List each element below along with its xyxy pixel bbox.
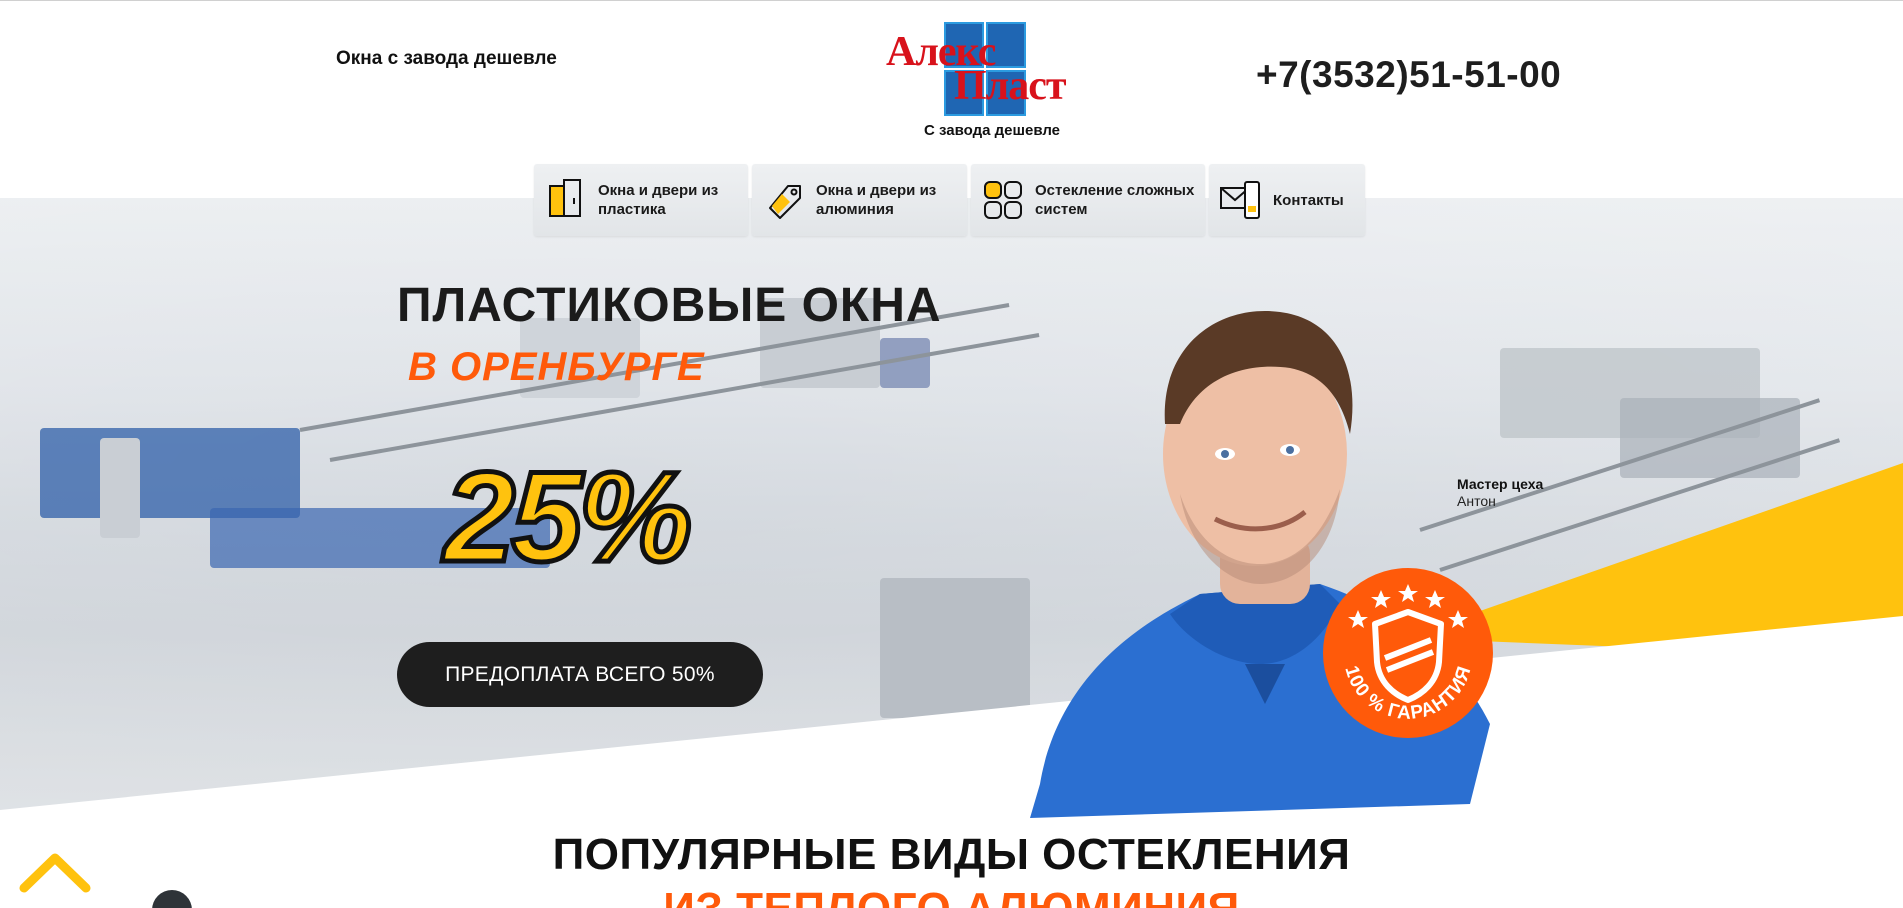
master-name: Антон [1457,493,1496,509]
nav-item-aluminium[interactable]: Окна и двери из алюминия [752,164,967,236]
nav-item-complex-systems[interactable]: Остекление сложных систем [971,164,1205,236]
logo-subtitle: С завода дешевле [924,122,1061,139]
window-door-icon [549,179,581,217]
grid-icon [984,181,1022,219]
logo-text-line2: Пласт [954,63,1067,109]
nav-item-contacts[interactable]: Контакты [1209,164,1365,236]
top-border [0,0,1903,1]
hero-title: ПЛАСТИКОВЫЕ ОКНА [397,279,942,332]
header-tagline: Окна с завода дешевле [336,48,557,69]
guarantee-badge: 100 % ГАРАНТИЯ [1323,568,1493,738]
nav-item-label: Остекление сложных систем [1035,182,1195,218]
hero-subtitle: В ОРЕНБУРГЕ [408,345,705,389]
prepayment-button[interactable]: ПРЕДОПЛАТА ВСЕГО 50% [397,642,763,707]
nav-item-plastic[interactable]: Окна и двери из пластика [534,164,748,236]
master-role: Мастер цеха [1457,476,1544,492]
nav-item-label: Контакты [1273,191,1344,209]
envelope-phone-icon [1220,181,1260,219]
main-nav: Окна и двери из пластика Окна и двери из… [534,164,1365,236]
tag-icon [769,185,801,219]
nav-item-label: Окна и двери из пластика [598,182,719,218]
scroll-up-chevron-icon[interactable] [18,848,92,898]
section-title: ПОПУЛЯРНЫЕ ВИДЫ ОСТЕКЛЕНИЯ [552,830,1351,879]
nav-item-label: Окна и двери из алюминия [816,182,937,218]
section-subtitle: ИЗ ТЕПЛОГО АЛЮМИНИЯ [0,884,1903,908]
logo[interactable]: Алекс Пласт С завода дешевле [884,18,1089,139]
header-phone[interactable]: +7(3532)51-51-00 [1256,54,1561,96]
discount-value: 25% [441,444,694,592]
hero-bottom-cut [0,616,1903,818]
hero-section: Мастер цеха Антон [0,198,1903,818]
